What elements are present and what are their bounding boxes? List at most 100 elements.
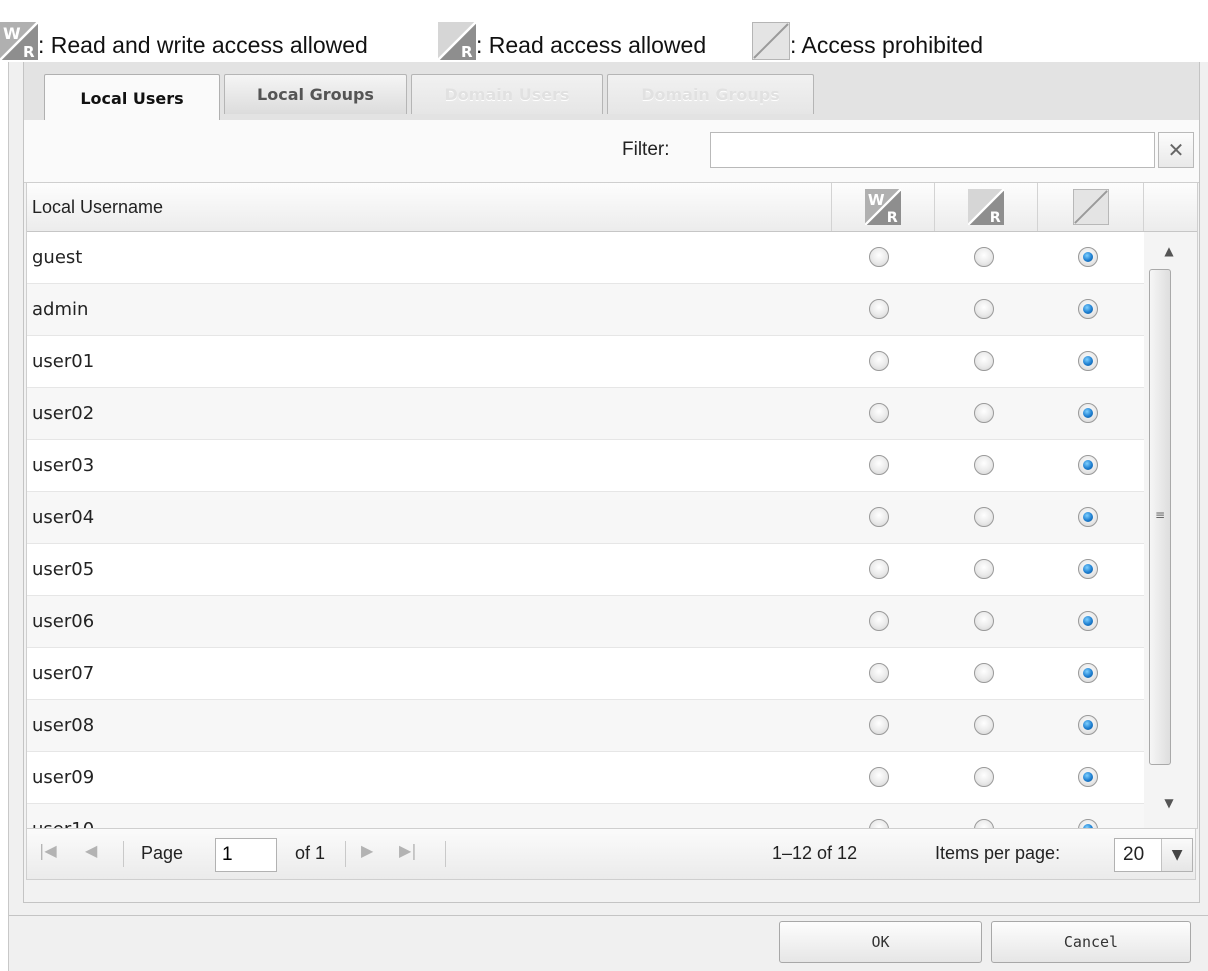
tab-local-users[interactable]: Local Users [44,74,220,121]
cancel-button[interactable]: Cancel [991,921,1191,963]
ok-button[interactable]: OK [779,921,982,963]
radio-read-only[interactable] [974,611,994,631]
username-cell: user09 [32,767,95,788]
radio-read-write[interactable] [869,247,889,267]
user-permissions-grid: Local Username WR R guest admin user01 user… [26,183,1198,829]
radio-read-write[interactable] [869,819,889,828]
page-count-label: of 1 [295,843,326,863]
radio-read-only[interactable] [974,455,994,475]
radio-read-write[interactable] [869,559,889,579]
table-row[interactable]: user01 [27,336,1144,388]
username-cell: admin [32,299,89,320]
radio-read-only[interactable] [974,247,994,267]
username-cell: user01 [32,351,95,372]
permissions-panel: Local Users Local Groups Domain Users Do… [23,62,1200,903]
table-row[interactable]: guest [27,232,1144,284]
column-header-username[interactable]: Local Username [27,183,832,231]
items-per-page-label: Items per page: [935,843,1061,863]
legend-no-access: : Access prohibited [752,4,983,60]
chevron-down-icon[interactable]: ▼ [1161,839,1192,871]
radio-no-access[interactable] [1078,715,1098,735]
svg-text:R: R [461,43,473,60]
radio-no-access[interactable] [1078,299,1098,319]
pager-separator [345,841,346,867]
filter-input[interactable] [710,132,1155,168]
pagination-toolbar: |◀ ◀ Page of 1 ▶ ▶| 1–12 of 12 Items per… [26,828,1196,880]
legend-no-access-text: : Access prohibited [790,32,984,58]
radio-no-access[interactable] [1078,507,1098,527]
radio-no-access[interactable] [1078,247,1098,267]
radio-no-access[interactable] [1078,559,1098,579]
radio-read-only[interactable] [974,403,994,423]
scroll-thumb[interactable]: ≡ [1149,269,1171,765]
table-row[interactable]: user10 [27,804,1144,828]
username-cell: user06 [32,611,95,632]
radio-read-write[interactable] [869,611,889,631]
access-legend: WR : Read and write access allowed R : R… [0,0,1208,62]
radio-read-write[interactable] [869,663,889,683]
radio-read-write[interactable] [869,767,889,787]
tab-local-groups[interactable]: Local Groups [224,74,407,114]
radio-no-access[interactable] [1078,403,1098,423]
page-number-input[interactable] [215,838,277,872]
radio-no-access[interactable] [1078,767,1098,787]
radio-read-write[interactable] [869,715,889,735]
grip-icon: ≡ [1155,508,1166,522]
clear-filter-button[interactable]: ✕ [1158,132,1194,168]
items-per-page-value: 20 [1123,844,1145,865]
scroll-down-icon[interactable]: ▼ [1158,792,1180,814]
previous-page-icon[interactable]: ◀ [85,841,97,860]
radio-no-access[interactable] [1078,611,1098,631]
table-row[interactable]: admin [27,284,1144,336]
next-page-icon[interactable]: ▶ [361,841,373,860]
items-per-page-select[interactable]: 20 ▼ [1114,838,1193,872]
radio-read-only[interactable] [974,299,994,319]
pager-separator [445,841,446,867]
vertical-scrollbar[interactable]: ▲ ≡ ▼ [1144,232,1197,828]
read-write-icon: WR [865,189,901,225]
radio-read-write[interactable] [869,403,889,423]
table-row[interactable]: user07 [27,648,1144,700]
column-header-no-access[interactable] [1038,183,1144,231]
table-row[interactable]: user05 [27,544,1144,596]
radio-no-access[interactable] [1078,351,1098,371]
permissions-dialog: Local Users Local Groups Domain Users Do… [8,62,1208,971]
tab-domain-users: Domain Users [411,74,603,114]
scroll-up-icon[interactable]: ▲ [1158,240,1180,262]
last-page-icon[interactable]: ▶| [399,841,417,860]
column-header-read-only[interactable]: R [935,183,1038,231]
radio-read-write[interactable] [869,507,889,527]
radio-read-only[interactable] [974,559,994,579]
tab-strip: Local Users Local Groups Domain Users Do… [24,62,1199,121]
radio-no-access[interactable] [1078,455,1098,475]
column-header-read-write[interactable]: WR [832,183,935,231]
svg-text:R: R [23,43,35,60]
radio-read-write[interactable] [869,351,889,371]
radio-read-only[interactable] [974,351,994,371]
radio-read-write[interactable] [869,455,889,475]
grid-header: Local Username WR R [27,183,1197,232]
radio-read-only[interactable] [974,819,994,828]
page-label: Page [141,843,184,863]
radio-read-only[interactable] [974,663,994,683]
username-cell: user10 [32,804,94,828]
radio-read-write[interactable] [869,299,889,319]
radio-no-access[interactable] [1078,663,1098,683]
username-cell: user04 [32,507,95,528]
table-row[interactable]: user04 [27,492,1144,544]
table-row[interactable]: user03 [27,440,1144,492]
radio-read-only[interactable] [974,507,994,527]
column-header-spacer [1144,183,1197,231]
filter-label: Filter: [622,139,670,160]
table-row[interactable]: user02 [27,388,1144,440]
first-page-icon[interactable]: |◀ [39,841,57,860]
username-cell: user03 [32,455,95,476]
legend-read-only-text: : Read access allowed [476,32,707,58]
table-row[interactable]: user09 [27,752,1144,804]
table-row[interactable]: user06 [27,596,1144,648]
radio-read-only[interactable] [974,715,994,735]
radio-no-access[interactable] [1078,819,1098,828]
table-row[interactable]: user08 [27,700,1144,752]
radio-read-only[interactable] [974,767,994,787]
svg-text:R: R [990,210,1001,225]
